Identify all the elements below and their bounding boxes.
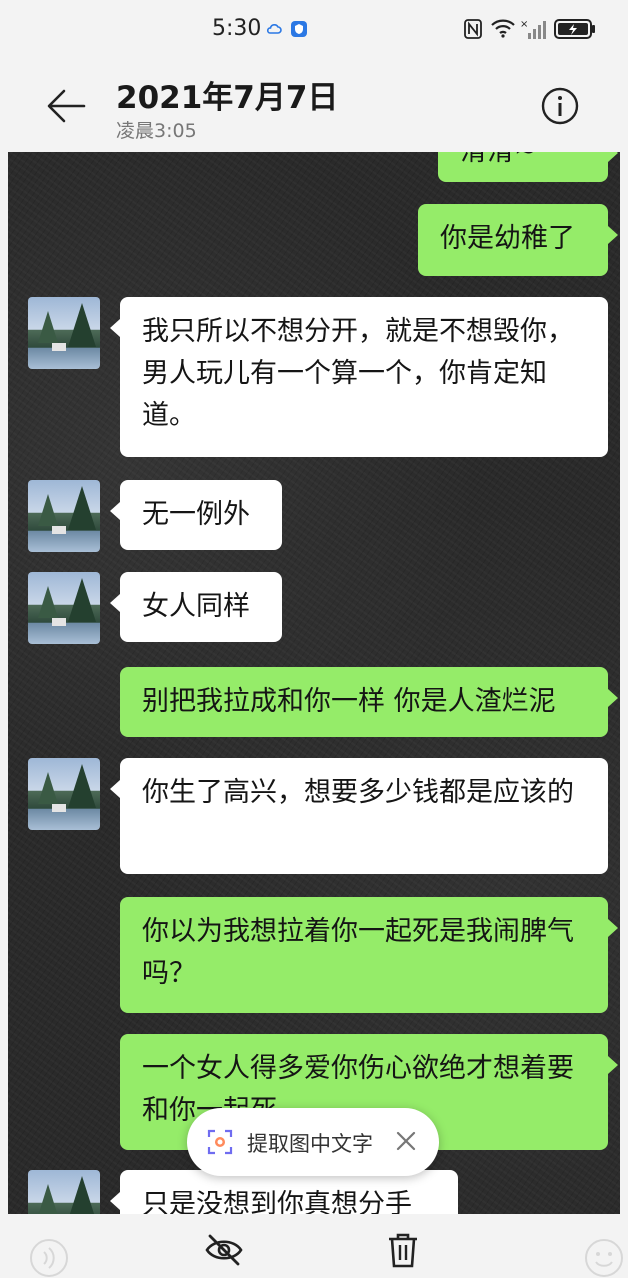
hide-eye-icon[interactable] [204, 1230, 244, 1270]
voice-icon [30, 1239, 68, 1277]
status-time: 5:30 [212, 16, 262, 41]
avatar[interactable] [28, 572, 100, 644]
message-text: 你以为我想拉着你一起死是我闹脾气吗？ [142, 916, 574, 989]
close-icon[interactable] [395, 1130, 417, 1152]
message-text: 只是没想到你真想分手 [142, 1189, 412, 1214]
message-bubble: 你是幼稚了 [418, 204, 618, 276]
nfc-icon [464, 19, 482, 39]
bottom-toolbar [0, 1214, 628, 1278]
extract-text-button[interactable]: 提取图中文字 [187, 1108, 439, 1176]
page-title: 2021年7月7日 [116, 80, 339, 116]
message-bubble: 你生了高兴，想要多少钱都是应该的 [110, 758, 608, 874]
svg-text:×: × [520, 19, 528, 30]
signal-icon: × [520, 19, 546, 39]
wifi-icon [491, 19, 515, 38]
chat-area[interactable]: 滑滑~ 你是幼稚了 我只所以不想分开，就是不想毁你，男人玩儿有一个算一个，你肯定… [8, 152, 620, 1214]
trash-icon[interactable] [383, 1230, 423, 1270]
header-bar: 2021年7月7日 凌晨3:05 [0, 58, 628, 154]
extract-text-label: 提取图中文字 [247, 1132, 373, 1156]
avatar[interactable] [28, 297, 100, 369]
message-bubble: 我只所以不想分开，就是不想毁你，男人玩儿有一个算一个，你肯定知道。 [110, 297, 608, 457]
avatar[interactable] [28, 1170, 100, 1214]
avatar[interactable] [28, 758, 100, 830]
avatar[interactable] [28, 480, 100, 552]
message-text: 我只所以不想分开，就是不想毁你，男人玩儿有一个算一个，你肯定知道。 [142, 316, 574, 431]
message-bubble: 滑滑~ [438, 152, 618, 182]
battery-icon [554, 19, 595, 39]
status-bar: 5:30 × [0, 0, 628, 58]
message-text: 别把我拉成和你一样 你是人渣烂泥 [142, 686, 556, 717]
message-bubble: 别把我拉成和你一样 你是人渣烂泥 [120, 667, 618, 737]
message-text: 无一例外 [142, 499, 250, 530]
scan-text-icon [207, 1129, 233, 1155]
message-text: 你生了高兴，想要多少钱都是应该的 [142, 777, 574, 808]
emoji-icon [585, 1239, 623, 1277]
back-arrow-icon[interactable] [44, 86, 88, 126]
info-icon[interactable] [540, 86, 580, 126]
security-icon [291, 21, 307, 37]
message-text: 滑滑~ [460, 152, 537, 167]
message-bubble: 只是没想到你真想分手 [110, 1170, 458, 1214]
message-bubble: 女人同样 [110, 572, 282, 642]
page-subtitle: 凌晨3:05 [116, 120, 197, 142]
cloud-icon [266, 24, 282, 34]
message-bubble: 无一例外 [110, 480, 282, 550]
message-bubble: 你以为我想拉着你一起死是我闹脾气吗？ [120, 897, 618, 1013]
message-text: 女人同样 [142, 591, 250, 622]
message-text: 你是幼稚了 [440, 223, 575, 254]
